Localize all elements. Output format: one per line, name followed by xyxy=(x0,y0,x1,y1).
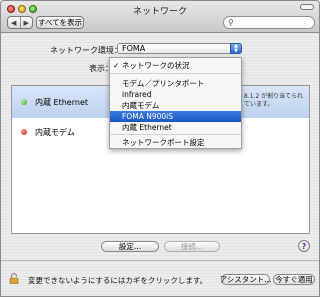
location-label: ネットワーク環境： xyxy=(50,46,122,55)
menu-separator xyxy=(110,134,241,135)
lock-note: 変更できないようにするにはカギをクリックします。 xyxy=(28,276,208,285)
port-description: ています。 xyxy=(244,101,274,108)
menu-item-label: infrared xyxy=(122,90,152,99)
menu-item-label: ネットワークの状況 xyxy=(122,61,190,70)
menu-item-internal-ethernet[interactable]: 内蔵 Ethernet xyxy=(110,122,241,133)
menu-item-label: FOMA N900iS xyxy=(122,112,173,121)
search-icon: ⚲ xyxy=(228,18,234,27)
location-popup[interactable]: FOMA ▲ ▼ xyxy=(117,43,242,54)
back-button[interactable]: ◀ xyxy=(8,17,20,28)
show-all-button[interactable]: すべてを表示 xyxy=(36,16,84,29)
popup-arrows-icon: ▲ ▼ xyxy=(230,43,242,54)
port-name: 内蔵 Ethernet xyxy=(35,98,89,107)
location-value: FOMA xyxy=(122,44,146,53)
port-description: 8.1.2 が割り当てられ xyxy=(244,93,304,100)
show-menu: ✓ ネットワークの状況 モデム／プリンタポート infrared 内蔵モデム F… xyxy=(109,57,242,149)
menu-item-infrared[interactable]: infrared xyxy=(110,89,241,100)
checkmark-icon: ✓ xyxy=(113,61,120,70)
search-input[interactable]: ⚲ xyxy=(223,16,315,29)
lock-icon[interactable] xyxy=(9,273,19,284)
menu-item-modem-printer-port[interactable]: モデム／プリンタポート xyxy=(110,78,241,89)
preferences-window: ネットワーク ◀ ▶ すべてを表示 ⚲ ネットワーク環境： FOMA ▲ ▼ 表示… xyxy=(0,0,320,297)
divider xyxy=(1,260,319,261)
configure-button[interactable]: 設定... xyxy=(101,241,159,252)
nav-segmented-control: ◀ ▶ xyxy=(7,16,33,29)
menu-item-network-port-config[interactable]: ネットワークポート設定 xyxy=(110,137,241,148)
menu-item-label: 内蔵モデム xyxy=(122,101,160,110)
apply-button[interactable]: 今すぐ適用 xyxy=(273,274,315,285)
connect-button[interactable]: 接続... xyxy=(164,241,220,252)
port-name: 内蔵モデム xyxy=(35,128,75,137)
menu-item-internal-modem[interactable]: 内蔵モデム xyxy=(110,100,241,111)
menu-item-label: モデム／プリンタポート xyxy=(122,79,205,88)
status-connected-icon xyxy=(21,99,27,105)
status-disconnected-icon xyxy=(21,129,27,135)
assist-button[interactable]: アシスタント... xyxy=(220,274,271,285)
menu-item-network-status[interactable]: ✓ ネットワークの状況 xyxy=(110,60,241,71)
menu-item-label: ネットワークポート設定 xyxy=(122,138,205,147)
help-button[interactable]: ? xyxy=(298,240,310,252)
toolbar-toggle-button[interactable] xyxy=(300,4,314,10)
menu-item-foma-n900is[interactable]: FOMA N900iS xyxy=(110,111,241,122)
menu-item-label: 内蔵 Ethernet xyxy=(122,123,172,132)
forward-button[interactable]: ▶ xyxy=(19,17,33,28)
menu-separator xyxy=(110,73,241,74)
chevron-right-icon: ▶ xyxy=(23,18,29,27)
chevron-left-icon: ◀ xyxy=(11,18,17,27)
title-bar: ネットワーク ◀ ▶ すべてを表示 ⚲ xyxy=(1,1,319,33)
